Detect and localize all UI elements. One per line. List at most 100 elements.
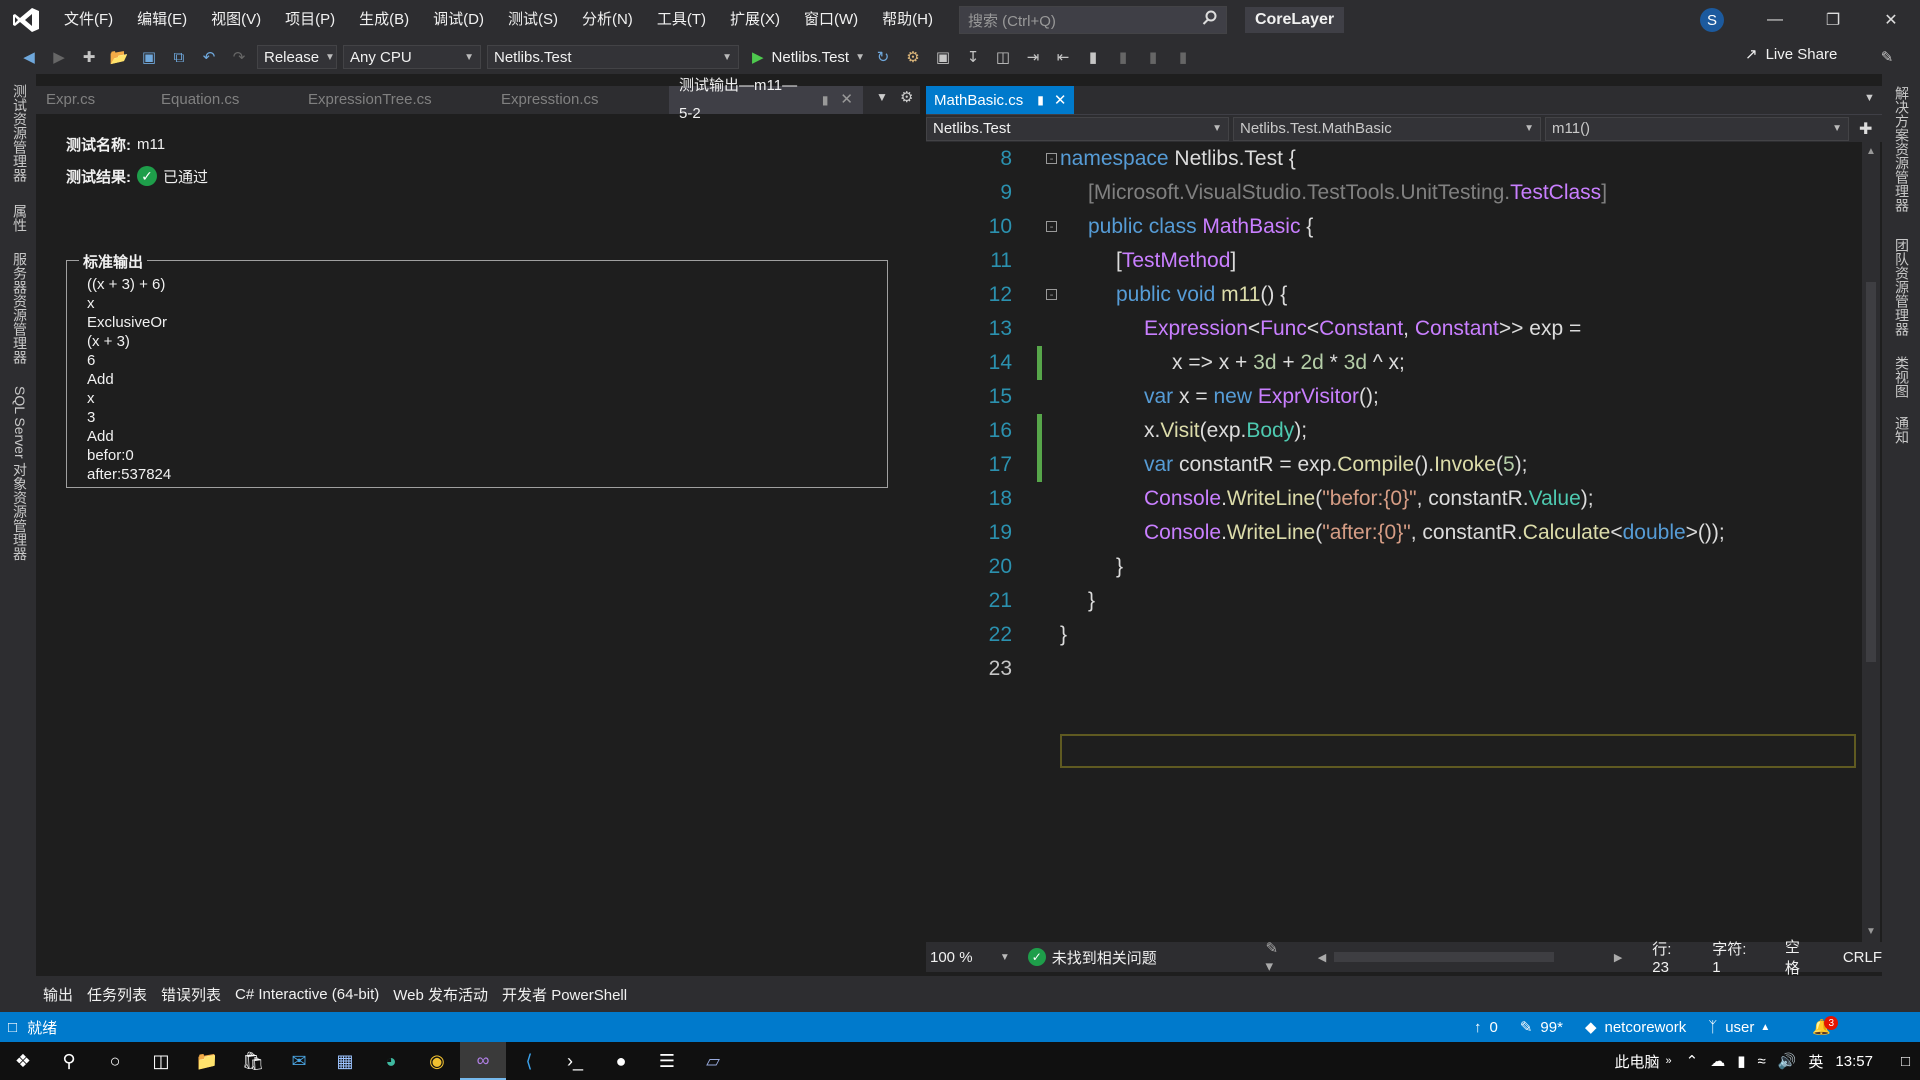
vtab-test-explorer[interactable]: 测试资源管理器 <box>10 84 30 182</box>
terminal-icon[interactable]: ›_ <box>552 1042 598 1080</box>
ime-indicator[interactable]: 英 <box>1808 1051 1823 1072</box>
chevron-down-icon[interactable]: ▼ <box>1000 952 1010 963</box>
clear-bookmarks-icon[interactable]: ▮ <box>1171 45 1195 69</box>
app-icon[interactable]: ▦ <box>322 1042 368 1080</box>
app-hs-icon[interactable]: ● <box>598 1042 644 1080</box>
scroll-down-icon[interactable]: ▼ <box>1866 926 1876 937</box>
vtab-server-explorer[interactable]: 服务器资源管理器 <box>10 252 30 364</box>
menu-help[interactable]: 帮助(H) <box>870 0 945 40</box>
scroll-left-icon[interactable]: ◀ <box>1318 951 1326 964</box>
menu-tools[interactable]: 工具(T) <box>645 0 718 40</box>
tab-equation-cs[interactable]: Equation.cs <box>151 86 298 114</box>
brush-icon[interactable]: ✎ ▾ <box>1265 939 1289 975</box>
project-nav-dropdown[interactable]: Netlibs.Test ▼ <box>926 116 1229 141</box>
close-button[interactable]: ✕ <box>1862 0 1920 40</box>
menu-project[interactable]: 项目(P) <box>273 0 347 40</box>
task-view-icon[interactable]: ◫ <box>138 1042 184 1080</box>
repository-indicator[interactable]: ◆ netcorework <box>1585 1018 1686 1037</box>
close-tab-icon[interactable]: ✕ <box>840 86 853 114</box>
clock[interactable]: 13:57 <box>1835 1053 1873 1070</box>
tab-developer-powershell[interactable]: 开发者 PowerShell <box>495 984 634 1005</box>
tab-expr-cs[interactable]: Expr.cs <box>36 86 151 114</box>
menu-build[interactable]: 生成(B) <box>347 0 421 40</box>
layout-icon[interactable]: ◫ <box>991 45 1015 69</box>
vtab-solution-explorer[interactable]: 解决方案资源管理器 <box>1892 86 1912 212</box>
class-nav-dropdown[interactable]: Netlibs.Test.MathBasic ▼ <box>1233 116 1541 141</box>
refresh-icon[interactable]: ↻ <box>871 45 895 69</box>
scroll-up-icon[interactable]: ▲ <box>1866 146 1876 157</box>
file-explorer-icon[interactable]: 📁 <box>184 1042 230 1080</box>
menu-debug[interactable]: 调试(D) <box>421 0 496 40</box>
tab-task-list[interactable]: 任务列表 <box>80 984 154 1005</box>
tab-overflow-chevron-icon[interactable]: ▼ <box>1864 92 1875 104</box>
chrome-browser-icon[interactable]: ◉ <box>414 1042 460 1080</box>
minimize-button[interactable]: — <box>1746 0 1804 40</box>
search-icon[interactable]: ⚲ <box>46 1042 92 1080</box>
menu-file[interactable]: 文件(F) <box>52 0 125 40</box>
bookmark-icon[interactable]: ▮ <box>1081 45 1105 69</box>
new-project-icon[interactable]: ✚ <box>77 45 101 69</box>
tab-expresstion-cs[interactable]: Expresstion.cs <box>491 86 669 114</box>
vtab-sql-server-explorer[interactable]: SQL Server 对象资源管理器 <box>10 386 30 561</box>
whitespace-mode[interactable]: 空格 <box>1785 936 1815 978</box>
configuration-dropdown[interactable]: Release ▼ <box>257 45 337 69</box>
pin-icon[interactable]: ▮ <box>822 86 829 114</box>
redo-icon[interactable]: ↷ <box>227 45 251 69</box>
undo-icon[interactable]: ↶ <box>197 45 221 69</box>
menu-window[interactable]: 窗口(W) <box>792 0 870 40</box>
line-ending[interactable]: CRLF <box>1843 949 1882 966</box>
tab-mathbasic-cs[interactable]: MathBasic.cs ▮ ✕ <box>926 86 1075 114</box>
zoom-level[interactable]: 100 % <box>930 949 1000 966</box>
indent-icon[interactable]: ⇥ <box>1021 45 1045 69</box>
vtab-properties[interactable]: 属性 <box>10 204 30 232</box>
tab-test-output[interactable]: 测试输出—m11—5-2 ▮ ✕ <box>669 77 863 122</box>
collapse-icon[interactable]: - <box>1046 289 1057 300</box>
prev-bookmark-icon[interactable]: ▮ <box>1111 45 1135 69</box>
this-pc-label[interactable]: 此电脑 <box>1614 1051 1659 1072</box>
visual-studio-logo-icon[interactable] <box>0 0 52 40</box>
member-nav-dropdown[interactable]: m11() ▼ <box>1545 116 1849 141</box>
tab-csharp-interactive[interactable]: C# Interactive (64-bit) <box>228 986 386 1003</box>
app-misc-icon[interactable]: ▱ <box>690 1042 736 1080</box>
vtab-notifications[interactable]: 通知 <box>1892 416 1912 444</box>
vertical-scrollbar[interactable]: ▲ ▼ <box>1862 142 1880 942</box>
chevron-up-icon[interactable]: ⌃ <box>1686 1052 1699 1070</box>
pin-icon[interactable]: ▮ <box>1037 93 1044 107</box>
horizontal-scrollbar[interactable] <box>1334 952 1554 962</box>
collapse-icon[interactable]: - <box>1046 153 1057 164</box>
forward-arrow-icon[interactable]: ▶ <box>47 45 71 69</box>
save-icon[interactable]: ▣ <box>137 45 161 69</box>
tab-overflow-chevron-icon[interactable]: ▼ <box>876 90 888 104</box>
next-bookmark-icon[interactable]: ▮ <box>1141 45 1165 69</box>
pending-changes-indicator[interactable]: ✎ 99* <box>1520 1018 1563 1037</box>
restore-button[interactable]: ❐ <box>1804 0 1862 40</box>
screenshot-icon[interactable]: ▣ <box>931 45 955 69</box>
platform-dropdown[interactable]: Any CPU ▼ <box>343 45 481 69</box>
volume-icon[interactable]: 🔊 <box>1778 1052 1797 1070</box>
windows-start-icon[interactable]: ❖ <box>0 1042 46 1080</box>
browser-link-icon[interactable]: ⚙ <box>901 45 925 69</box>
cortana-icon[interactable]: ○ <box>92 1042 138 1080</box>
edge-browser-icon[interactable]: ◕ <box>368 1042 414 1080</box>
code-area[interactable]: 8 - namespace Netlibs.Test { 9 [Microsof… <box>926 142 1856 942</box>
save-all-icon[interactable]: ⧉ <box>167 45 191 69</box>
store-icon[interactable]: 🛍 <box>230 1042 276 1080</box>
vtab-team-explorer[interactable]: 团队资源管理器 <box>1892 238 1912 336</box>
split-view-icon[interactable]: ✚ <box>1859 119 1872 139</box>
mail-icon[interactable]: ✉ <box>276 1042 322 1080</box>
collapse-icon[interactable]: - <box>1046 221 1057 232</box>
tab-output[interactable]: 输出 <box>36 984 80 1005</box>
scroll-right-icon[interactable]: ▶ <box>1614 951 1622 964</box>
stdout-text[interactable]: ((x + 3) + 6) x ExclusiveOr (x + 3) 6 Ad… <box>87 275 171 484</box>
database-icon[interactable]: ☰ <box>644 1042 690 1080</box>
action-center-icon[interactable]: □ <box>1901 1053 1910 1070</box>
menu-analyze[interactable]: 分析(N) <box>570 0 645 40</box>
vscode-icon[interactable]: ⟨ <box>506 1042 552 1080</box>
back-arrow-icon[interactable]: ◀ <box>17 45 41 69</box>
user-avatar[interactable]: S <box>1700 8 1724 32</box>
open-folder-icon[interactable]: 📂 <box>107 45 131 69</box>
menu-view[interactable]: 视图(V) <box>199 0 273 40</box>
toolbar-expand-icon[interactable]: » <box>1665 1055 1671 1067</box>
output-window-icon[interactable]: □ <box>8 1019 17 1036</box>
feedback-icon[interactable]: ✎ <box>1875 45 1899 69</box>
